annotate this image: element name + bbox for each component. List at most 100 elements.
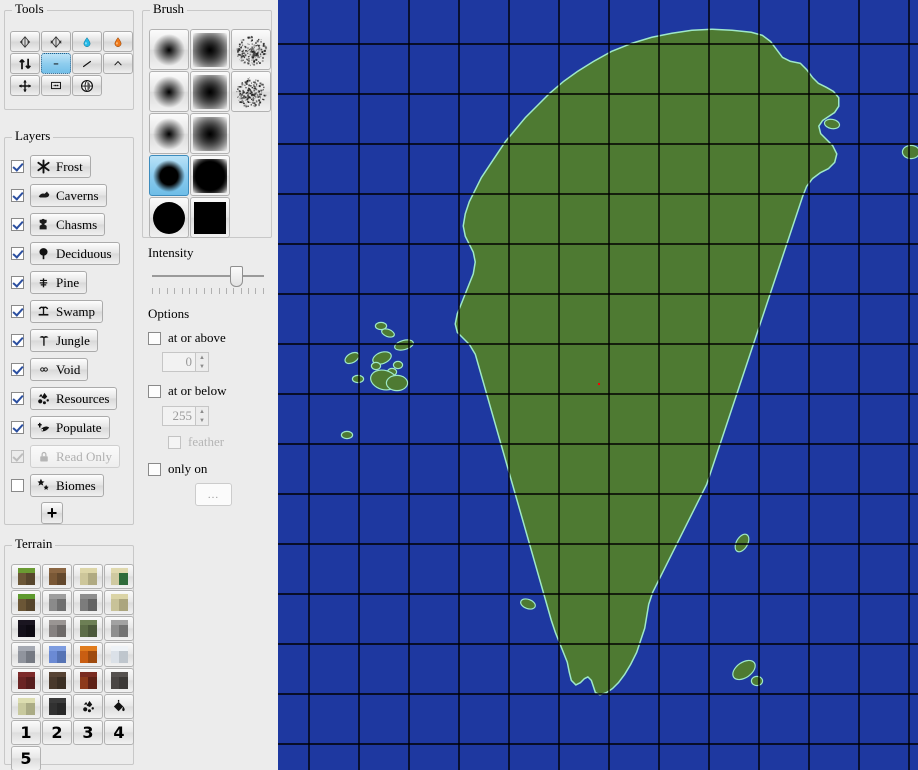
slope-tool[interactable] — [72, 53, 102, 74]
layer-button-chasms[interactable]: Chasms — [30, 213, 105, 236]
pyramid-lower-icon — [48, 35, 64, 49]
lower-pyramid-tool[interactable] — [41, 31, 71, 52]
islet-land — [372, 363, 380, 369]
only-on-option[interactable]: only on — [148, 461, 207, 477]
terrain-grass[interactable] — [11, 564, 41, 589]
layer-button-pine[interactable]: Pine — [30, 271, 87, 294]
terrain-magma[interactable] — [73, 668, 103, 693]
only-on-browse-button[interactable]: ... — [195, 483, 232, 506]
terrain-soul-sand[interactable] — [42, 668, 72, 693]
layer-checkbox-caverns[interactable] — [11, 189, 24, 202]
terrain-clay[interactable] — [11, 642, 41, 667]
terrain-dirt[interactable] — [42, 564, 72, 589]
brush-circle-hard[interactable] — [149, 155, 189, 196]
swamp-icon — [35, 303, 52, 320]
block-icon — [111, 620, 128, 637]
custom-terrain-1[interactable]: 1 — [11, 720, 41, 745]
move-tool[interactable] — [10, 75, 40, 96]
terrain-mossy-cobble[interactable] — [73, 616, 103, 641]
layer-checkbox-populate[interactable] — [11, 421, 24, 434]
terrain-stone-grey[interactable] — [104, 616, 134, 641]
terrain-sand[interactable] — [73, 564, 103, 589]
terrain-sandstone-light[interactable] — [104, 590, 134, 615]
brush-square-soft-small[interactable] — [190, 29, 230, 70]
terrain-gravel[interactable] — [42, 616, 72, 641]
at-or-above-option[interactable]: at or above — [148, 330, 226, 346]
layer-button-resources[interactable]: Resources — [30, 387, 117, 410]
layer-button-void[interactable]: Void — [30, 358, 88, 381]
at-or-below-stepper[interactable]: ▲ ▼ — [195, 407, 208, 425]
globe-tool[interactable] — [72, 75, 102, 96]
layer-button-swamp[interactable]: Swamp — [30, 300, 103, 323]
layer-button-biomes[interactable]: Biomes — [30, 474, 104, 497]
custom-terrain-5[interactable]: 5 — [11, 746, 41, 770]
layer-button-caverns[interactable]: Caverns — [30, 184, 107, 207]
at-or-below-spinner[interactable]: 255 ▲ ▼ — [162, 406, 209, 426]
brush-circle-soft-small[interactable] — [149, 29, 189, 70]
terrain-cobblestone[interactable] — [73, 590, 103, 615]
terrain-resources-terrain[interactable] — [73, 694, 103, 719]
smooth-tool[interactable] — [103, 53, 133, 74]
layer-button-deciduous[interactable]: Deciduous — [30, 242, 120, 265]
brush-noise-small[interactable] — [231, 29, 271, 70]
flatten-tool[interactable] — [41, 53, 71, 74]
terrain-stone[interactable] — [42, 590, 72, 615]
map-svg — [278, 0, 918, 770]
layer-checkbox-resources[interactable] — [11, 392, 24, 405]
flood-water-tool[interactable] — [72, 31, 102, 52]
layer-checkbox-deciduous[interactable] — [11, 247, 24, 260]
only-on-checkbox[interactable] — [148, 463, 161, 476]
at-or-above-spinner[interactable]: 0 ▲ ▼ — [162, 352, 209, 372]
layer-button-populate[interactable]: Populate — [30, 416, 110, 439]
at-or-above-checkbox[interactable] — [148, 332, 161, 345]
brush-square-hard[interactable] — [190, 155, 230, 196]
terrain-bedrock[interactable] — [104, 668, 134, 693]
terrain-custom-terrain[interactable] — [104, 694, 134, 719]
brush-circle-soft-medium[interactable] — [149, 71, 189, 112]
feather-checkbox[interactable] — [168, 436, 181, 449]
terrain-end-stone[interactable] — [11, 694, 41, 719]
layer-checkbox-jungle[interactable] — [11, 334, 24, 347]
at-or-above-stepper[interactable]: ▲ ▼ — [195, 353, 208, 371]
brush-square-solid[interactable] — [190, 197, 230, 238]
at-or-below-checkbox[interactable] — [148, 385, 161, 398]
brush-square-soft-medium[interactable] — [190, 71, 230, 112]
feather-option[interactable]: feather — [168, 434, 224, 450]
text-tool[interactable] — [41, 75, 71, 96]
brush-circle-solid[interactable] — [149, 197, 189, 238]
layer-button-frost[interactable]: Frost — [30, 155, 91, 178]
at-or-below-option[interactable]: at or below — [148, 383, 226, 399]
layer-checkbox-pine[interactable] — [11, 276, 24, 289]
terrain-coal-ore[interactable] — [42, 694, 72, 719]
brush-noise-medium[interactable] — [231, 71, 271, 112]
custom-terrain-4[interactable]: 4 — [104, 720, 134, 745]
terrain-lava[interactable] — [73, 642, 103, 667]
brush-square-soft-large[interactable] — [190, 113, 230, 154]
at-or-below-value: 255 — [163, 408, 195, 424]
custom-terrain-3[interactable]: 3 — [73, 720, 103, 745]
layer-checkbox-frost[interactable] — [11, 160, 24, 173]
terrain-water[interactable] — [42, 642, 72, 667]
custom-terrain-2[interactable]: 2 — [42, 720, 72, 745]
terrain-grass-dark[interactable] — [11, 590, 41, 615]
world-map-canvas[interactable] — [278, 0, 918, 770]
layer-checkbox-swamp[interactable] — [11, 305, 24, 318]
intensity-slider-thumb[interactable] — [230, 266, 243, 287]
raise-pyramid-tool[interactable] — [10, 31, 40, 52]
layer-row-populate: Populate — [11, 415, 131, 440]
terrain-sandstone[interactable] — [104, 564, 134, 589]
terrain-netherrack[interactable] — [11, 668, 41, 693]
height-swap-tool[interactable] — [10, 53, 40, 74]
layer-checkbox-biomes[interactable] — [11, 479, 24, 492]
add-layer-button[interactable]: + — [41, 502, 63, 524]
layer-checkbox-chasms[interactable] — [11, 218, 24, 231]
layer-button-jungle[interactable]: Jungle — [30, 329, 98, 352]
layer-checkbox-void[interactable] — [11, 363, 24, 376]
terrain-snow[interactable] — [104, 642, 134, 667]
terrain-obsidian[interactable] — [11, 616, 41, 641]
intensity-label: Intensity — [148, 245, 194, 261]
custom-terrain-label: 3 — [82, 725, 93, 741]
intensity-slider[interactable] — [152, 266, 264, 288]
flood-lava-tool[interactable] — [103, 31, 133, 52]
brush-circle-soft-large[interactable] — [149, 113, 189, 154]
